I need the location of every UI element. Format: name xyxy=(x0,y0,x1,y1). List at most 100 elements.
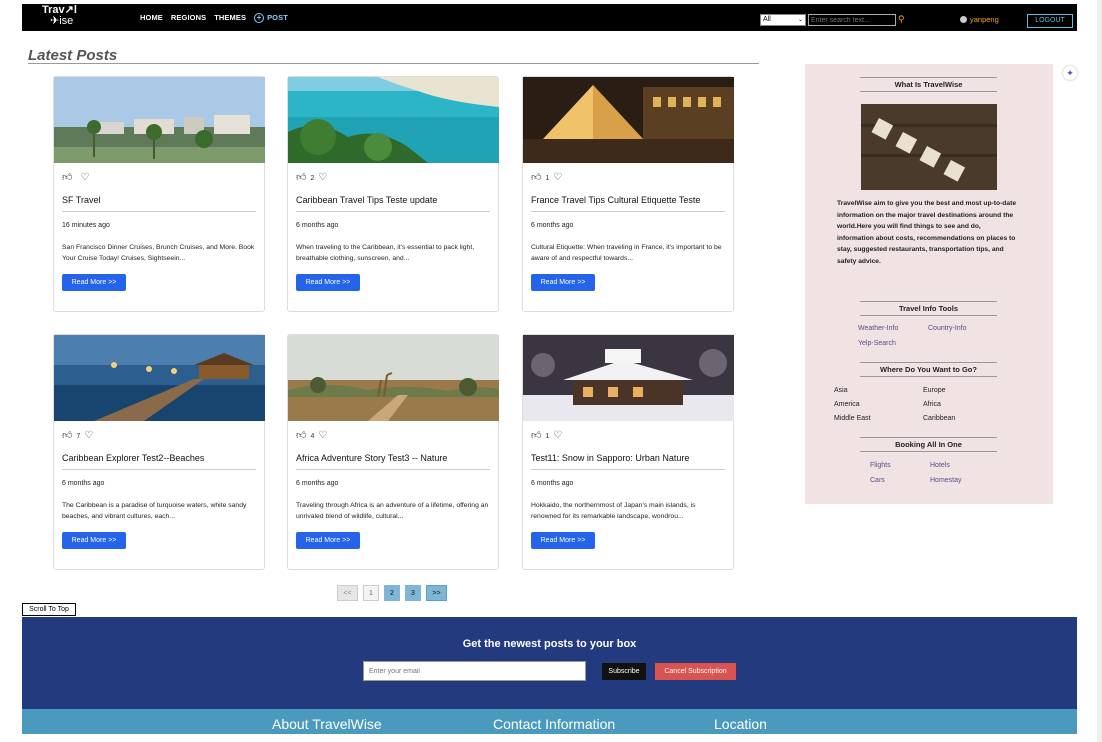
post-title[interactable]: France Travel Tips Cultural Etiquette Te… xyxy=(531,195,727,205)
region-america[interactable]: America xyxy=(834,401,860,408)
logo[interactable]: Trav↗l ✈ise xyxy=(42,5,77,27)
chevron-down-icon: ⌄ xyxy=(797,17,803,23)
thumbs-up-icon[interactable]: 👍︎ xyxy=(296,431,306,441)
read-more-button[interactable]: Read More >> xyxy=(296,532,360,549)
thumbs-up-icon[interactable]: 👍︎ xyxy=(62,173,72,183)
post-excerpt: San Francisco Dinner Cruises, Brunch Cru… xyxy=(62,244,255,262)
thumbs-up-icon[interactable]: 👍︎ xyxy=(296,173,306,183)
nav-regions[interactable]: REGIONS xyxy=(171,13,206,22)
search-icon[interactable]: ⚲ xyxy=(898,15,905,24)
subscribe-button[interactable]: Subscribe xyxy=(602,663,646,680)
newsletter-section: Get the newest posts to your box Subscri… xyxy=(22,617,1077,709)
footer-location-heading: Location xyxy=(714,716,767,732)
footer-contact-heading: Contact Information xyxy=(493,716,616,732)
region-caribbean[interactable]: Caribbean xyxy=(923,415,955,422)
email-field[interactable] xyxy=(363,661,586,681)
post-card: 👍︎ 4 ♡ Africa Adventure Story Test3 -- N… xyxy=(287,334,499,570)
post-divider xyxy=(531,211,725,212)
region-europe[interactable]: Europe xyxy=(923,387,946,394)
nav-home[interactable]: HOME xyxy=(140,13,163,22)
booking-cars[interactable]: Cars xyxy=(870,477,885,484)
pagination-prev[interactable]: << xyxy=(337,585,358,601)
sidebar-regions-title: Where Do You Want to Go? xyxy=(860,362,997,377)
heart-icon[interactable]: ♡ xyxy=(318,173,327,183)
like-count: 4 xyxy=(310,432,315,440)
nav-themes[interactable]: THEMES xyxy=(214,13,246,22)
heart-icon[interactable]: ♡ xyxy=(318,431,327,441)
read-more-button[interactable]: Read More >> xyxy=(296,274,360,291)
post-meta: 👍︎ 1 ♡ xyxy=(531,173,562,183)
post-image[interactable] xyxy=(54,77,265,163)
read-more-button[interactable]: Read More >> xyxy=(531,274,595,291)
heart-icon[interactable]: ♡ xyxy=(80,173,89,183)
post-image[interactable] xyxy=(523,77,734,163)
post-image[interactable] xyxy=(523,335,734,421)
nav-post[interactable]: + POST xyxy=(254,12,288,23)
newsletter-title: Get the newest posts to your box xyxy=(462,638,637,650)
like-count: 2 xyxy=(310,174,315,182)
thumbs-up-icon[interactable]: 👍︎ xyxy=(531,173,541,183)
search-category-select[interactable]: All ⌄ xyxy=(760,14,806,26)
scroll-to-top-button[interactable]: Scroll To Top xyxy=(22,603,76,616)
like-count: 7 xyxy=(76,432,81,440)
post-time: 6 months ago xyxy=(62,480,105,487)
footer-about-heading: About TravelWise xyxy=(272,716,382,732)
booking-hotels[interactable]: Hotels xyxy=(930,462,950,469)
read-more-button[interactable]: Read More >> xyxy=(531,532,595,549)
page-scrollbar[interactable] xyxy=(1097,0,1102,742)
thumbs-up-icon[interactable]: 👍︎ xyxy=(531,431,541,441)
post-title[interactable]: Caribbean Travel Tips Teste update xyxy=(296,195,492,205)
post-image[interactable] xyxy=(288,335,499,421)
post-excerpt: Traveling through Africa is an adventure… xyxy=(296,502,489,520)
post-meta: 👍︎ 7 ♡ xyxy=(62,431,93,441)
pagination-page-2[interactable]: 2 xyxy=(384,585,400,601)
search-input[interactable] xyxy=(808,14,896,26)
post-title[interactable]: Caribbean Explorer Test2--Beaches xyxy=(62,453,258,463)
post-card: 👍︎ 1 ♡ Test11: Snow in Sapporo: Urban Na… xyxy=(522,334,734,570)
read-more-button[interactable]: Read More >> xyxy=(62,274,126,291)
sidebar-description: TravelWise aim to give you the best and … xyxy=(837,200,1017,265)
cancel-subscription-button[interactable]: Cancel Subscription xyxy=(655,663,736,680)
pagination: << 1 2 3 >> xyxy=(337,585,447,601)
heart-icon[interactable]: ♡ xyxy=(84,431,93,441)
post-meta: 👍︎ ♡ xyxy=(62,173,89,183)
section-divider xyxy=(28,63,759,64)
heart-icon[interactable]: ♡ xyxy=(553,173,562,183)
post-divider xyxy=(296,211,490,212)
post-image[interactable] xyxy=(54,335,265,421)
region-africa[interactable]: Africa xyxy=(923,401,941,408)
plus-circle-icon: + xyxy=(254,12,265,23)
post-time: 6 months ago xyxy=(531,480,574,487)
link-country-info[interactable]: Country-Info xyxy=(928,325,967,332)
pagination-next[interactable]: >> xyxy=(426,585,447,601)
pagination-page-1[interactable]: 1 xyxy=(363,585,379,601)
like-count: 1 xyxy=(545,174,550,182)
heart-icon[interactable]: ♡ xyxy=(553,431,562,441)
post-title[interactable]: Test11: Snow in Sapporo: Urban Nature xyxy=(531,453,727,463)
region-middle-east[interactable]: Middle East xyxy=(834,415,871,422)
post-divider xyxy=(296,469,490,470)
booking-homestay[interactable]: Homestay xyxy=(930,477,962,484)
post-title[interactable]: SF Travel xyxy=(62,195,258,205)
post-divider xyxy=(531,469,725,470)
link-weather-info[interactable]: Weather-Info xyxy=(858,325,898,332)
logo-line-2: ✈ise xyxy=(50,15,74,27)
link-yelp-search[interactable]: Yelp-Search xyxy=(858,340,896,347)
logout-button[interactable]: LOGOUT xyxy=(1027,14,1073,28)
section-title: Latest Posts xyxy=(28,47,118,64)
pagination-page-3[interactable]: 3 xyxy=(405,585,421,601)
thumbs-up-icon[interactable]: 👍︎ xyxy=(62,431,72,441)
post-time: 16 minutes ago xyxy=(62,222,110,229)
booking-flights[interactable]: Flights xyxy=(870,462,891,469)
post-card: 👍︎ ♡ SF Travel 16 minutes ago San Franci… xyxy=(53,76,265,312)
user-menu[interactable]: yanpeng xyxy=(960,15,999,24)
read-more-button[interactable]: Read More >> xyxy=(62,532,126,549)
user-icon xyxy=(960,16,967,23)
sidebar: What Is TravelWise TravelWise aim to giv… xyxy=(805,64,1053,504)
region-asia[interactable]: Asia xyxy=(834,387,848,394)
post-meta: 👍︎ 2 ♡ xyxy=(296,173,327,183)
post-title[interactable]: Africa Adventure Story Test3 -- Nature xyxy=(296,453,492,463)
post-image[interactable] xyxy=(288,77,499,163)
post-meta: 👍︎ 4 ♡ xyxy=(296,431,327,441)
sparkle-icon[interactable]: ✦ xyxy=(1063,66,1077,80)
